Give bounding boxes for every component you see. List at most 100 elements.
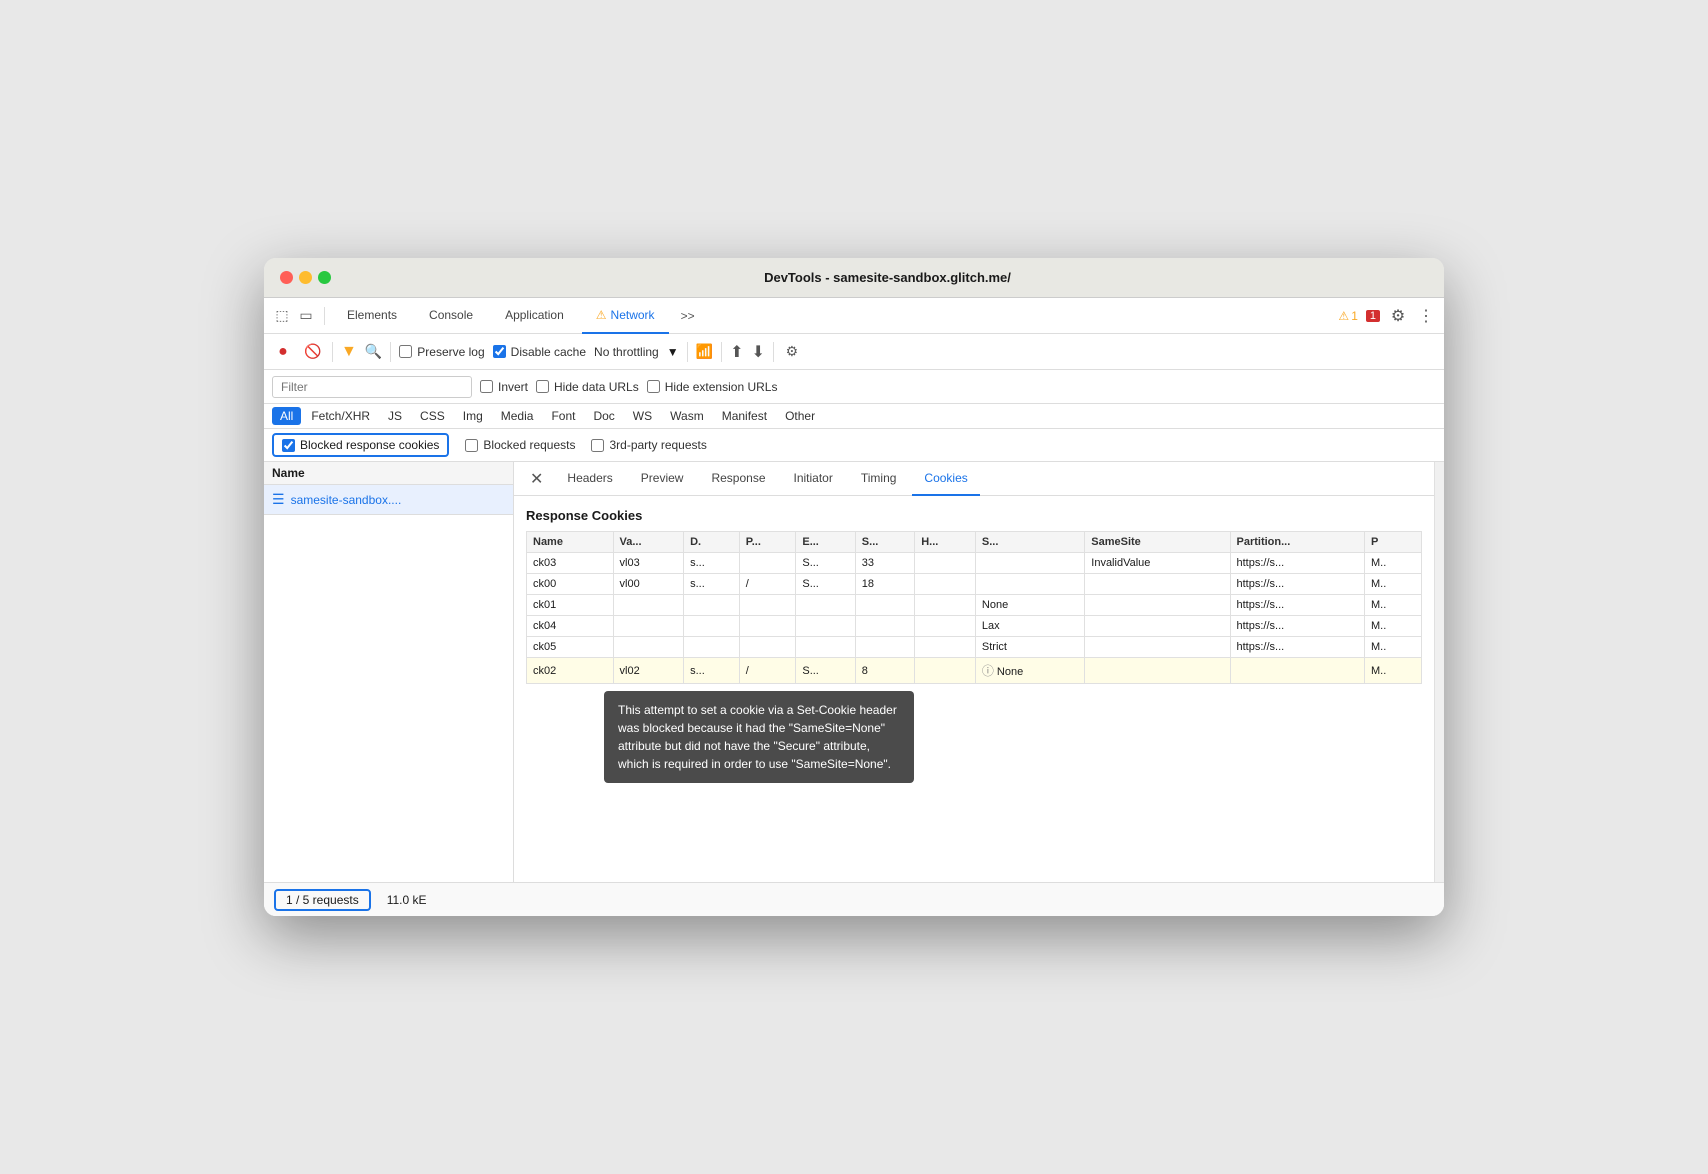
filter-bar: Invert Hide data URLs Hide extension URL… [264, 370, 1444, 404]
col-e: E... [796, 532, 855, 553]
network-toolbar: ● 🚫 ▼ 🔍 Preserve log Disable cache No th… [264, 334, 1444, 370]
tab-response[interactable]: Response [699, 462, 777, 496]
type-filter-doc[interactable]: Doc [585, 407, 622, 425]
cursor-icon[interactable]: ⬚ [272, 306, 292, 326]
transfer-size: 11.0 kE [387, 893, 427, 907]
sep-3 [390, 342, 391, 362]
cell-s: 33 [855, 553, 914, 574]
cell-p2: M.. [1364, 553, 1421, 574]
cell-h [915, 574, 976, 595]
clear-button[interactable]: 🚫 [302, 341, 324, 363]
tab-application[interactable]: Application [491, 298, 578, 334]
request-icon: ☰ [272, 491, 285, 508]
upload-icon[interactable]: ⬆ [730, 342, 743, 362]
cell-partition: https://s... [1230, 637, 1364, 658]
disable-cache-checkbox[interactable] [493, 345, 506, 358]
tab-headers[interactable]: Headers [555, 462, 624, 496]
tab-cookies[interactable]: Cookies [912, 462, 979, 496]
vertical-scrollbar[interactable] [1434, 462, 1444, 882]
request-row[interactable]: ☰ samesite-sandbox.... [264, 485, 513, 515]
type-filter-ws[interactable]: WS [625, 407, 660, 425]
status-bar: 1 / 5 requests 11.0 kE [264, 882, 1444, 916]
tab-timing[interactable]: Timing [849, 462, 909, 496]
toolbar-right: ⚠ 1 1 ⚙ ⋮ [1338, 306, 1436, 326]
type-filter-img[interactable]: Img [455, 407, 491, 425]
col-s: S... [855, 532, 914, 553]
blocked-requests-label[interactable]: Blocked requests [465, 438, 575, 452]
disable-cache-label[interactable]: Disable cache [493, 345, 586, 359]
cookie-tooltip: This attempt to set a cookie via a Set-C… [604, 691, 914, 783]
type-filter-font[interactable]: Font [543, 407, 583, 425]
blocked-response-cookies-checkbox[interactable] [282, 439, 295, 452]
type-filter-fetchxhr[interactable]: Fetch/XHR [303, 407, 378, 425]
minimize-button[interactable] [299, 271, 312, 284]
download-icon[interactable]: ⬇ [751, 342, 764, 362]
cookie-row-ck01: ck01 None https://s... M.. [527, 595, 1422, 616]
type-filter-all[interactable]: All [272, 407, 301, 425]
filter-input[interactable] [272, 376, 472, 398]
tab-preview[interactable]: Preview [629, 462, 696, 496]
cell-s [855, 637, 914, 658]
settings-icon[interactable]: ⚙ [1388, 306, 1408, 326]
more-options-icon[interactable]: ⋮ [1416, 306, 1436, 326]
filter-icon[interactable]: ▼ [341, 343, 357, 361]
response-cookies-title: Response Cookies [526, 508, 1422, 523]
hide-ext-label[interactable]: Hide extension URLs [647, 380, 778, 394]
cell-s: 8 [855, 658, 914, 684]
type-filter-media[interactable]: Media [493, 407, 542, 425]
preserve-log-checkbox[interactable] [399, 345, 412, 358]
upload-download-area: ⬆ ⬇ [730, 342, 765, 362]
cell-d: s... [684, 553, 740, 574]
inspect-icon[interactable]: ▭ [296, 306, 316, 326]
third-party-checkbox[interactable] [591, 439, 604, 452]
preserve-log-label[interactable]: Preserve log [399, 345, 484, 359]
tab-network[interactable]: ⚠ Network [582, 298, 669, 334]
third-party-label[interactable]: 3rd-party requests [591, 438, 706, 452]
network-settings-icon[interactable]: ⚙ [782, 342, 802, 362]
blocked-requests-checkbox[interactable] [465, 439, 478, 452]
tab-console[interactable]: Console [415, 298, 487, 334]
cookie-filter-row: Blocked response cookies Blocked request… [264, 429, 1444, 462]
tab-elements[interactable]: Elements [333, 298, 411, 334]
cookie-row-ck02: ck02 vl02 s... / S... 8 ⓘNone M.. [527, 658, 1422, 684]
record-button[interactable]: ● [272, 341, 294, 363]
close-detail-button[interactable]: ✕ [522, 469, 551, 489]
tab-initiator[interactable]: Initiator [782, 462, 845, 496]
cell-sx [975, 574, 1084, 595]
type-filter-manifest[interactable]: Manifest [714, 407, 775, 425]
throttle-arrow[interactable]: ▼ [667, 345, 679, 359]
col-p: P... [739, 532, 796, 553]
blocked-response-cookies-label[interactable]: Blocked response cookies [272, 433, 449, 457]
devtools-body: ⬚ ▭ Elements Console Application ⚠ Netwo… [264, 298, 1444, 916]
cell-partition: https://s... [1230, 553, 1364, 574]
cell-samesite [1085, 595, 1230, 616]
hide-data-urls-checkbox[interactable] [536, 380, 549, 393]
close-button[interactable] [280, 271, 293, 284]
sep-4 [687, 342, 688, 362]
detail-panel: ✕ Headers Preview Response Initiator Tim… [514, 462, 1434, 882]
cell-va [613, 616, 684, 637]
hide-ext-checkbox[interactable] [647, 380, 660, 393]
cell-sx: None [975, 595, 1084, 616]
type-filter-js[interactable]: JS [380, 407, 410, 425]
type-filter-other[interactable]: Other [777, 407, 823, 425]
main-area: Name ☰ samesite-sandbox.... ✕ Headers Pr… [264, 462, 1444, 882]
cell-name: ck02 [527, 658, 614, 684]
hide-data-urls-label[interactable]: Hide data URLs [536, 380, 639, 394]
invert-label[interactable]: Invert [480, 380, 528, 394]
cell-e [796, 595, 855, 616]
cell-partition [1230, 658, 1364, 684]
cell-d: s... [684, 658, 740, 684]
type-filter-css[interactable]: CSS [412, 407, 453, 425]
tab-more-button[interactable]: >> [673, 309, 703, 323]
type-filter-wasm[interactable]: Wasm [662, 407, 712, 425]
cell-sx [975, 553, 1084, 574]
maximize-button[interactable] [318, 271, 331, 284]
cell-p: / [739, 658, 796, 684]
search-icon[interactable]: 🔍 [365, 343, 382, 360]
wireless-icon: 📶 [696, 343, 713, 360]
invert-checkbox[interactable] [480, 380, 493, 393]
type-filter-bar: All Fetch/XHR JS CSS Img Media Font Doc … [264, 404, 1444, 429]
throttle-label: No throttling [594, 345, 659, 359]
cookie-row-ck00: ck00 vl00 s... / S... 18 https://s... [527, 574, 1422, 595]
